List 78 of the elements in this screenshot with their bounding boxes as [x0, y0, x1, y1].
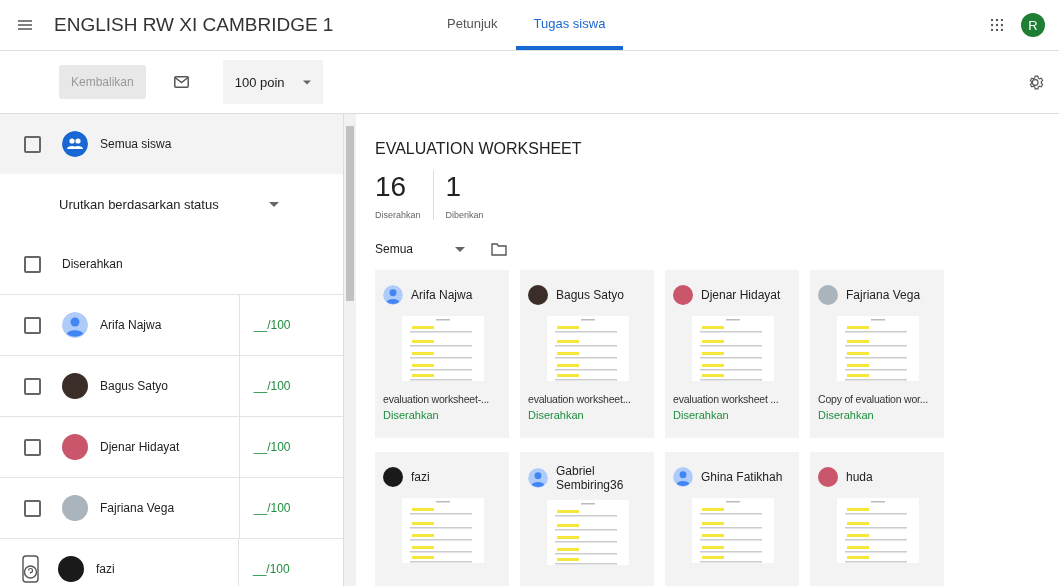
student-name: Gabriel Sembiring36 — [556, 464, 625, 492]
grade-field[interactable]: __/100 — [238, 295, 343, 355]
submission-card[interactable]: Arifa Najwa evaluation worksheet-... Diserahkan — [375, 270, 509, 438]
student-name: fazi — [96, 562, 116, 576]
menu-icon[interactable] — [18, 20, 32, 30]
status-label: Diserahkan — [383, 409, 440, 421]
settings-icon[interactable] — [1028, 73, 1045, 91]
student-name: Arifa Najwa — [411, 288, 473, 302]
folder-icon[interactable] — [491, 242, 508, 256]
all-students-label: Semua siswa — [100, 137, 173, 151]
student-name: Fajriana Vega — [846, 288, 921, 302]
scrollbar-thumb[interactable] — [346, 126, 354, 301]
avatar-icon — [528, 468, 548, 488]
tab[interactable]: Petunjuk — [429, 0, 516, 50]
avatar-photo — [62, 373, 88, 399]
submission-card[interactable]: Gabriel Sembiring36 — [520, 452, 654, 586]
apps-grid-icon[interactable] — [991, 19, 1003, 31]
tab[interactable]: Tugas siswa — [515, 0, 624, 50]
filter-dropdown[interactable]: Semua — [375, 242, 466, 256]
submission-card[interactable]: huda — [810, 452, 944, 586]
assignment-title: EVALUATION WORKSHEET — [375, 140, 583, 158]
dropdown-caret-icon — [455, 246, 466, 252]
mail-icon[interactable] — [173, 76, 189, 88]
submission-card[interactable]: Bagus Satyo evaluation worksheet... Diserahkan — [520, 270, 654, 438]
grade-field[interactable]: __/100 — [238, 539, 343, 586]
stat-label: Diberikan — [445, 210, 484, 220]
stat-count: 1 — [445, 170, 463, 204]
avatar-icon — [383, 285, 403, 305]
submission-card[interactable]: Ghina Fatikhah — [665, 452, 799, 586]
checkbox[interactable] — [24, 255, 41, 273]
submission-card[interactable]: Fajriana Vega Copy of evaluation wor... Diserahkan — [810, 270, 944, 438]
dropdown-caret-icon — [268, 201, 279, 207]
grade-field[interactable]: __/100 — [238, 417, 343, 477]
grade-field[interactable]: __/100 — [238, 478, 343, 538]
checkbox[interactable] — [24, 499, 41, 517]
avatar-photo — [58, 556, 84, 582]
status-label: Diserahkan — [673, 409, 730, 421]
checkbox[interactable] — [24, 135, 41, 153]
sort-dropdown[interactable]: Urutkan berdasarkan status — [0, 174, 343, 234]
student-name: fazi — [411, 470, 430, 484]
avatar-icon — [62, 312, 88, 338]
dropdown-caret-icon — [302, 79, 311, 85]
help-badge-icon[interactable] — [22, 555, 39, 583]
status-label: Diserahkan — [528, 409, 585, 421]
status-label: Diserahkan — [818, 409, 875, 421]
checkbox[interactable] — [24, 438, 41, 456]
checkbox[interactable] — [24, 377, 41, 395]
stat-count: 16 — [375, 170, 408, 204]
student-name: Arifa Najwa — [100, 318, 163, 332]
student-name: huda — [846, 470, 873, 484]
avatar-photo — [62, 434, 88, 460]
avatar-photo — [383, 467, 403, 487]
avatar-photo — [818, 467, 838, 487]
student-name: Ghina Fatikhah — [701, 470, 783, 484]
group-icon — [62, 131, 88, 157]
student-name: Bagus Satyo — [556, 288, 625, 302]
student-name: Djenar Hidayat — [701, 288, 781, 302]
group-label: Diserahkan — [62, 257, 123, 271]
avatar-photo — [818, 285, 838, 305]
points-dropdown[interactable]: 100 poin — [222, 60, 323, 104]
file-name: evaluation worksheet... — [528, 393, 632, 405]
account-avatar[interactable]: R — [1021, 13, 1045, 37]
student-name: Djenar Hidayat — [100, 440, 181, 454]
student-name: Bagus Satyo — [100, 379, 170, 393]
stat-label: Diserahkan — [375, 210, 421, 220]
avatar-photo — [62, 495, 88, 521]
submission-card[interactable]: fazi — [375, 452, 509, 586]
grade-field[interactable]: __/100 — [238, 356, 343, 416]
checkbox[interactable] — [24, 316, 41, 334]
student-name: Fajriana Vega — [100, 501, 176, 515]
file-name: evaluation worksheet-... — [383, 393, 491, 405]
class-title: ENGLISH RW XI CAMBRIDGE 1 — [54, 14, 335, 36]
avatar-photo — [673, 285, 693, 305]
avatar-icon — [673, 467, 693, 487]
avatar-photo — [528, 285, 548, 305]
submission-card[interactable]: Djenar Hidayat evaluation worksheet ... Diserahkan — [665, 270, 799, 438]
file-name: Copy of evaluation wor... — [818, 393, 929, 405]
file-name: evaluation worksheet ... — [673, 393, 780, 405]
